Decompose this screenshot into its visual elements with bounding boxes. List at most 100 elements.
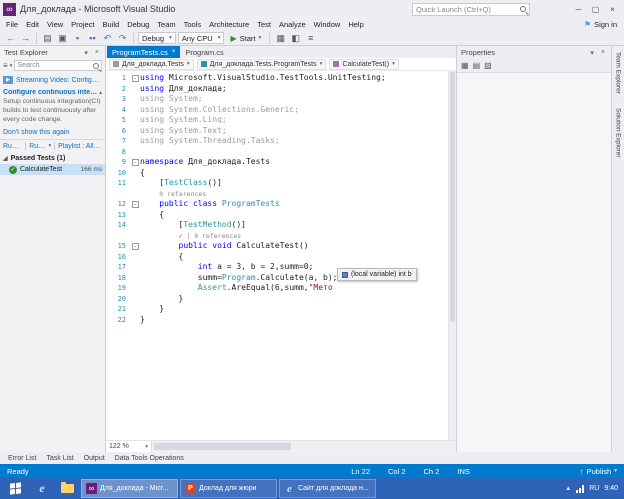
menu-window[interactable]: Window bbox=[310, 19, 345, 30]
close-button[interactable]: × bbox=[604, 2, 621, 16]
code-row: 9-namespace Для_доклада.Tests bbox=[106, 157, 456, 168]
start-button[interactable] bbox=[2, 478, 28, 499]
toolbar-misc-icon[interactable]: ▦ bbox=[274, 32, 287, 45]
test-explorer-toolbar: ≡ ▾ bbox=[0, 59, 105, 72]
panel-menu-icon[interactable]: ▾ bbox=[588, 49, 596, 57]
codelens-references[interactable]: | 0 references bbox=[182, 232, 241, 240]
categorized-icon[interactable]: ▦ bbox=[461, 61, 469, 70]
alphabetical-icon[interactable]: ▤ bbox=[473, 61, 481, 70]
vertical-scrollbar[interactable] bbox=[448, 71, 456, 440]
group-by-icon[interactable]: ≡ bbox=[3, 61, 8, 70]
editor-tab-program-cs[interactable]: Program.cs bbox=[180, 46, 228, 58]
menu-architecture[interactable]: Architecture bbox=[205, 19, 253, 30]
configuration-dropdown[interactable]: Debug ▾ bbox=[138, 32, 176, 44]
horizontal-scrollbar[interactable] bbox=[152, 441, 456, 452]
quick-launch-box[interactable] bbox=[412, 3, 530, 16]
menu-edit[interactable]: Edit bbox=[22, 19, 43, 30]
menu-debug[interactable]: Debug bbox=[123, 19, 153, 30]
tab-solution-explorer[interactable]: Solution Explorer bbox=[615, 105, 622, 161]
start-debug-button[interactable]: ▶ Start ▾ bbox=[226, 32, 265, 45]
menu-project[interactable]: Project bbox=[67, 19, 98, 30]
navigate-back-icon[interactable]: ← bbox=[4, 32, 17, 45]
tray-expand-icon[interactable]: ▲ bbox=[565, 486, 571, 492]
class-icon bbox=[201, 61, 207, 67]
menu-build[interactable]: Build bbox=[99, 19, 124, 30]
run-menu-link[interactable]: Run... bbox=[29, 143, 45, 150]
line-number: 2 bbox=[106, 84, 130, 95]
menu-help[interactable]: Help bbox=[344, 19, 367, 30]
scrollbar-thumb[interactable] bbox=[450, 72, 455, 322]
network-icon[interactable] bbox=[576, 485, 584, 493]
menu-team[interactable]: Team bbox=[153, 19, 179, 30]
panel-menu-icon[interactable]: ▾ bbox=[82, 49, 90, 57]
scrollbar-thumb[interactable] bbox=[154, 443, 291, 450]
breadcrumb-item-2[interactable]: CalculateTest()▾ bbox=[329, 59, 398, 70]
panel-close-icon[interactable]: × bbox=[599, 49, 607, 56]
breadcrumb-item-1[interactable]: Для_доклада.Tests.ProgramTests▾ bbox=[197, 59, 327, 70]
dismiss-link[interactable]: Don't show this again bbox=[3, 129, 69, 136]
panel-close-icon[interactable]: × bbox=[93, 49, 101, 56]
quick-launch-input[interactable] bbox=[416, 5, 517, 14]
taskbar-explorer-button[interactable] bbox=[56, 479, 78, 498]
sign-in-button[interactable]: ⚑ Sign in bbox=[584, 20, 622, 29]
menu-file[interactable]: File bbox=[2, 19, 22, 30]
zoom-control[interactable]: 122 % ▾ bbox=[106, 441, 152, 452]
language-indicator[interactable]: RU bbox=[589, 485, 599, 492]
internet-explorer-icon: e bbox=[39, 481, 44, 496]
save-icon[interactable]: ▪ bbox=[71, 32, 84, 45]
bottom-tab-task-list[interactable]: Task List bbox=[41, 455, 78, 462]
toolbar-misc-icon[interactable]: ◧ bbox=[289, 32, 302, 45]
streaming-video-link[interactable]: Streaming Video: Configure co... bbox=[16, 77, 102, 84]
fold-collapse-icon[interactable]: - bbox=[132, 75, 139, 82]
code-token: [ bbox=[140, 220, 183, 229]
menu-analyze[interactable]: Analyze bbox=[275, 19, 310, 30]
navigate-forward-icon[interactable]: → bbox=[19, 32, 32, 45]
fold-collapse-icon[interactable]: - bbox=[132, 243, 139, 250]
editor-tab-programtests-cs[interactable]: ProgramTests.cs× bbox=[107, 46, 180, 58]
code-text: { bbox=[140, 210, 164, 221]
save-all-icon[interactable]: ▪▪ bbox=[86, 32, 99, 45]
run-all-link[interactable]: Run All bbox=[3, 143, 22, 150]
test-explorer-header[interactable]: Test Explorer ▾ × bbox=[0, 46, 105, 59]
fold-collapse-icon[interactable]: - bbox=[132, 201, 139, 208]
platform-dropdown[interactable]: Any CPU ▾ bbox=[178, 32, 225, 44]
bottom-tab-error-list[interactable]: Error List bbox=[3, 455, 41, 462]
test-result-row[interactable]: ✓ CalculateTest 166 ms bbox=[0, 164, 105, 175]
code-row: 2using Для_доклада; bbox=[106, 84, 456, 95]
test-search-input[interactable] bbox=[17, 62, 93, 69]
menu-tools[interactable]: Tools bbox=[180, 19, 206, 30]
breadcrumb-item-0[interactable]: Для_доклада.Tests▾ bbox=[109, 59, 194, 70]
publish-button[interactable]: ↑ Publish ▾ bbox=[580, 467, 617, 476]
fold-collapse-icon[interactable]: - bbox=[132, 159, 139, 166]
codelens-references[interactable]: 0 references bbox=[159, 190, 206, 198]
undo-icon[interactable]: ↶ bbox=[101, 32, 114, 45]
menu-view[interactable]: View bbox=[43, 19, 67, 30]
maximize-button[interactable]: ▢ bbox=[587, 2, 604, 16]
new-file-icon[interactable]: ▤ bbox=[41, 32, 54, 45]
ci-heading-link[interactable]: Configure continuous integration bbox=[3, 89, 99, 96]
bottom-tab-data-tools-operations[interactable]: Data Tools Operations bbox=[110, 455, 189, 462]
streaming-video-row[interactable]: ▶ Streaming Video: Configure co... bbox=[0, 72, 105, 86]
taskbar-app-сайт-для-доклада-н[interactable]: eСайт для доклада н... bbox=[279, 479, 376, 498]
play-icon: ▶ bbox=[230, 34, 236, 43]
tab-team-explorer[interactable]: Team Explorer bbox=[615, 49, 622, 97]
menu-test[interactable]: Test bbox=[253, 19, 275, 30]
toolbar-misc-icon[interactable]: ≡ bbox=[304, 32, 317, 45]
taskbar-app-доклад-для-жюри[interactable]: PДоклад для жюри bbox=[180, 479, 277, 498]
taskbar-ie-button[interactable]: e bbox=[31, 479, 53, 498]
open-file-icon[interactable]: ▣ bbox=[56, 32, 69, 45]
tray-clock[interactable]: 9:40 bbox=[604, 485, 618, 492]
test-search-box[interactable] bbox=[14, 60, 102, 71]
passed-tests-group[interactable]: ◢ Passed Tests (1) bbox=[0, 152, 105, 164]
minimize-button[interactable]: ─ bbox=[570, 2, 587, 16]
bottom-tab-output[interactable]: Output bbox=[79, 455, 110, 462]
redo-icon[interactable]: ↷ bbox=[116, 32, 129, 45]
property-pages-icon[interactable]: ▧ bbox=[484, 61, 492, 70]
collapse-up-icon[interactable]: ▴ bbox=[99, 90, 102, 96]
code-area[interactable]: 1-using Microsoft.VisualStudio.TestTools… bbox=[106, 71, 456, 440]
properties-header[interactable]: Properties ▾ × bbox=[457, 46, 611, 59]
playlist-link[interactable]: Playlist : All Te... bbox=[58, 143, 102, 150]
tab-close-icon[interactable]: × bbox=[172, 49, 176, 55]
taskbar-app-для-доклада-micr[interactable]: ∞Для_доклада - Micr... bbox=[81, 479, 178, 498]
code-token bbox=[140, 241, 179, 250]
